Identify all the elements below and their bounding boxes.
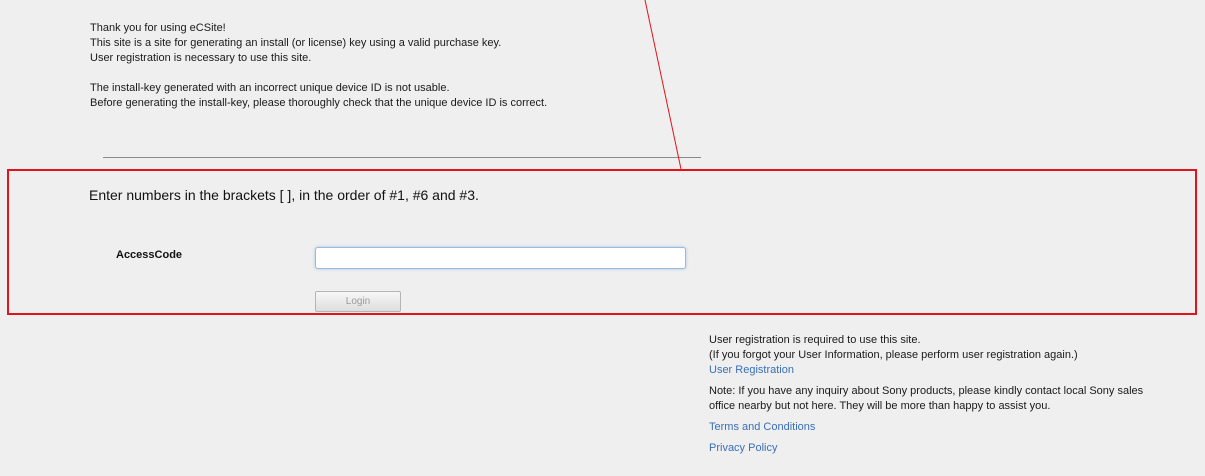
access-code-label: AccessCode <box>116 249 183 261</box>
user-registration-link[interactable]: User Registration <box>709 364 794 376</box>
intro-text: Thank you for using eCSite! This site is… <box>90 21 710 111</box>
intro-line: Thank you for using eCSite! <box>90 22 226 34</box>
intro-line: The install-key generated with an incorr… <box>90 82 450 94</box>
intro-line: This site is a site for generating an in… <box>90 37 502 49</box>
divider <box>103 157 701 158</box>
access-code-input[interactable] <box>315 247 686 269</box>
privacy-policy-link[interactable]: Privacy Policy <box>709 442 777 454</box>
inquiry-text: Note: If you have any inquiry about Sony… <box>709 385 1144 397</box>
terms-link[interactable]: Terms and Conditions <box>709 421 815 433</box>
side-info: User registration is required to use thi… <box>709 333 1205 456</box>
forgot-note-text: (If you forgot your User Information, pl… <box>709 349 1078 361</box>
inquiry-text: office nearby but not here. They will be… <box>709 400 1051 412</box>
login-button[interactable]: Login <box>315 291 401 312</box>
access-code-instruction: Enter numbers in the brackets [ ], in th… <box>89 187 479 203</box>
intro-line: Before generating the install-key, pleas… <box>90 97 548 109</box>
reg-required-text: User registration is required to use thi… <box>709 334 921 346</box>
intro-line: User registration is necessary to use th… <box>90 52 312 64</box>
